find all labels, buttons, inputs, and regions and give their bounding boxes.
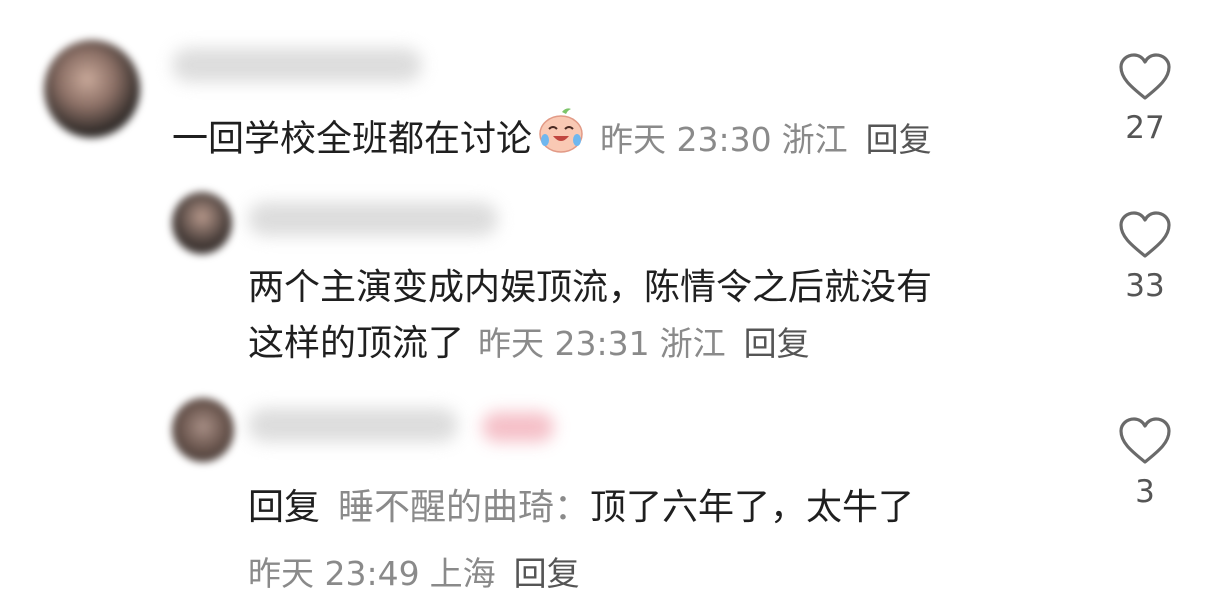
comment-text: 一回学校全班都在讨论 xyxy=(172,118,533,160)
like-count: 3 xyxy=(1135,474,1155,510)
author-tag-badge xyxy=(482,412,554,442)
comment-time: 昨天 23:31 xyxy=(478,324,650,363)
comment-body: 这样的顶流了 昨天 23:31 浙江 回复 xyxy=(248,320,810,368)
comment-text-line2: 这样的顶流了 xyxy=(248,323,465,364)
comment-location: 浙江 xyxy=(781,119,848,159)
comment-text-line1: 两个主演变成内娱顶流，陈情令之后就没有 xyxy=(248,267,933,308)
crying-laughing-emoji-icon xyxy=(536,106,586,167)
username-blurred[interactable] xyxy=(172,48,422,82)
avatar[interactable] xyxy=(172,398,234,462)
like-count: 27 xyxy=(1125,110,1165,146)
reply-button[interactable]: 回复 xyxy=(866,120,932,159)
comment-time: 昨天 23:49 xyxy=(248,554,420,593)
reply-button[interactable]: 回复 xyxy=(514,554,580,593)
like-group: 33 xyxy=(1110,210,1180,306)
comment-meta: 昨天 23:49 上海 回复 xyxy=(248,550,580,598)
reply-button[interactable]: 回复 xyxy=(744,324,810,363)
username-blurred[interactable] xyxy=(248,202,498,236)
heart-outline-icon[interactable] xyxy=(1118,210,1172,260)
comment-body: 回复 睡不醒的曲琦：顶了六年了，太牛了 xyxy=(248,484,914,532)
reply-prefix: 回复 xyxy=(248,487,321,528)
heart-outline-icon[interactable] xyxy=(1118,416,1172,466)
comment-body: 一回学校全班都在讨论 昨天 23:30 浙江 回复 xyxy=(172,108,932,167)
comment-location: 上海 xyxy=(429,554,496,593)
avatar[interactable] xyxy=(172,192,232,254)
heart-outline-icon[interactable] xyxy=(1118,52,1172,102)
username-blurred[interactable] xyxy=(248,408,458,442)
reply-to-username[interactable]: 睡不醒的曲琦： xyxy=(338,487,590,528)
comment-text: 顶了六年了，太牛了 xyxy=(590,487,915,528)
like-group: 3 xyxy=(1110,416,1180,512)
avatar[interactable] xyxy=(44,40,140,138)
comment-location: 浙江 xyxy=(659,324,726,363)
like-group: 27 xyxy=(1110,52,1180,148)
comment-time: 昨天 23:30 xyxy=(600,119,772,159)
like-count: 33 xyxy=(1125,268,1165,304)
